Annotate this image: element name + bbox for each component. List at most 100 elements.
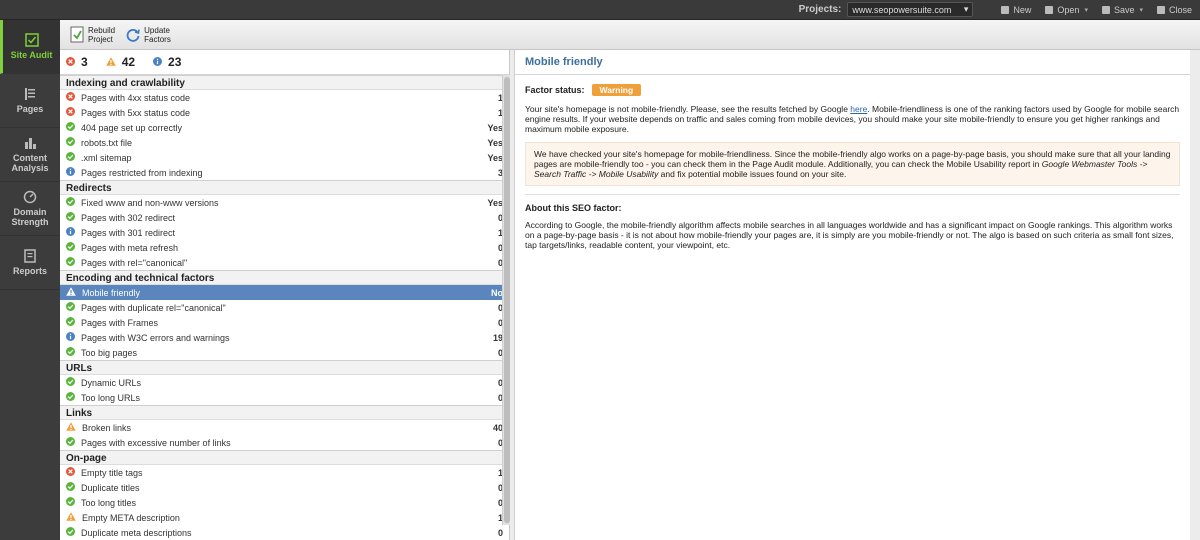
factor-label: Broken links [82, 422, 132, 433]
save-button[interactable]: Save ▾ [1101, 5, 1143, 15]
factor-label: Pages with W3C errors and warnings [81, 332, 230, 343]
factor-label: Empty META description [82, 512, 180, 523]
checkbox-icon [24, 33, 39, 47]
factor-row[interactable]: Duplicate titles 0 [60, 480, 509, 495]
sidebar-item-label: Site Audit [10, 50, 53, 60]
factor-row[interactable]: robots.txt file Yes [60, 135, 509, 150]
new-label: New [1013, 4, 1032, 15]
factor-row[interactable]: Dynamic URLs 0 [60, 375, 509, 390]
factor-row[interactable]: Pages with duplicate rel="canonical" 0 [60, 300, 509, 315]
warning-icon [105, 55, 116, 69]
factor-label: Pages restricted from indexing [81, 167, 203, 178]
factor-row[interactable]: Fixed www and non-www versions Yes [60, 195, 509, 210]
factor-label: Pages with 302 redirect [81, 212, 176, 223]
open-button[interactable]: Open ▾ [1045, 5, 1088, 15]
info-icon [153, 55, 163, 69]
factor-row[interactable]: Broken links 40 [60, 420, 509, 435]
close-label: Close [1168, 4, 1192, 15]
check-circle-icon [66, 392, 75, 403]
factor-row[interactable]: .xml sitemap Yes [60, 150, 509, 165]
update-factors-button[interactable]: Update Factors [125, 26, 171, 44]
factor-row[interactable]: Empty title tags 1 [60, 465, 509, 480]
sidebar-item-content-analysis[interactable]: Content Analysis [0, 128, 60, 182]
factor-row[interactable]: Pages with 302 redirect 0 [60, 210, 509, 225]
document-icon [24, 249, 36, 263]
factor-status: Factor status: Warning [525, 84, 1180, 96]
warnings-count[interactable]: 42 [105, 55, 135, 69]
group-header: On-page [60, 450, 509, 465]
factor-row[interactable]: 404 page set up correctly Yes [60, 120, 509, 135]
warning-icon [66, 422, 76, 433]
sidebar-item-site-audit[interactable]: Site Audit [0, 20, 60, 74]
group-header: Encoding and technical factors [60, 270, 509, 285]
new-button[interactable]: New [1001, 5, 1031, 15]
factor-row[interactable]: Pages with 301 redirect 1 [60, 225, 509, 240]
factor-label: Pages with rel="canonical" [81, 257, 188, 268]
factor-label: Pages with excessive number of links [81, 437, 231, 448]
scroll-thumb[interactable] [504, 77, 510, 523]
factor-row[interactable]: Pages restricted from indexing 3 [60, 165, 509, 180]
factor-label: Pages with 301 redirect [81, 227, 176, 238]
project-select[interactable]: www.seopowersuite.com ▾ [847, 2, 974, 17]
factor-row[interactable]: Pages with Frames 0 [60, 315, 509, 330]
list-icon [25, 88, 35, 100]
info-icon [66, 332, 75, 343]
sidebar-item-label: Content Analysis [11, 153, 49, 173]
open-label: Open [1057, 4, 1080, 15]
close-button[interactable]: Close [1156, 4, 1192, 15]
info-count[interactable]: 23 [153, 55, 181, 69]
factor-row[interactable]: Mobile friendly No [60, 285, 509, 300]
check-circle-icon [66, 347, 75, 358]
project-select-value: www.seopowersuite.com [852, 4, 952, 15]
note-text-b: and fix potential mobile issues found on… [658, 169, 847, 179]
factor-row[interactable]: Too big pages 0 [60, 345, 509, 360]
factor-status-label: Factor status: [525, 85, 585, 95]
factor-label: Mobile friendly [82, 287, 141, 298]
factor-row[interactable]: Pages with 5xx status code 1 [60, 105, 509, 120]
factor-row[interactable]: Duplicate meta descriptions 0 [60, 525, 509, 540]
factor-label: Duplicate titles [81, 482, 140, 493]
factor-label: Pages with duplicate rel="canonical" [81, 302, 226, 313]
factor-row[interactable]: Pages with 4xx status code 1 [60, 90, 509, 105]
check-circle-icon [66, 437, 75, 448]
sidebar-item-domain-strength[interactable]: Domain Strength [0, 182, 60, 236]
factor-row[interactable]: Empty META description 1 [60, 510, 509, 525]
new-file-icon [1001, 5, 1010, 14]
factor-row[interactable]: Pages with excessive number of links 0 [60, 435, 509, 450]
factor-row[interactable]: Too long titles 0 [60, 495, 509, 510]
factor-label: Empty title tags [81, 467, 143, 478]
scrollbar[interactable] [502, 75, 510, 525]
check-circle-icon [66, 317, 75, 328]
factor-row[interactable]: Pages with meta refresh 0 [60, 240, 509, 255]
group-header: Redirects [60, 180, 509, 195]
sidebar-item-pages[interactable]: Pages [0, 74, 60, 128]
factor-row[interactable]: Pages with W3C errors and warnings 19 [60, 330, 509, 345]
error-icon [66, 107, 75, 118]
factor-row[interactable]: Pages with rel="canonical" 0 [60, 255, 509, 270]
check-circle-icon [66, 122, 75, 133]
refresh-icon [126, 28, 140, 42]
para-text-a: Your site's homepage is not mobile-frien… [525, 104, 851, 114]
factor-row[interactable]: Too long URLs 0 [60, 390, 509, 405]
note-box: We have checked your site's homepage for… [525, 142, 1180, 186]
gauge-icon [23, 190, 37, 204]
check-circle-icon [66, 302, 75, 313]
about-text: According to Google, the mobile-friendly… [525, 220, 1174, 250]
sidebar-item-label: Domain Strength [11, 207, 49, 227]
warning-icon [66, 287, 76, 298]
factor-label: 404 page set up correctly [81, 122, 183, 133]
check-circle-icon [66, 377, 75, 388]
group-header: Links [60, 405, 509, 420]
here-link[interactable]: here [850, 104, 867, 114]
errors-value: 3 [81, 55, 88, 69]
factor-label: Too big pages [81, 347, 138, 358]
factor-label: Duplicate meta descriptions [81, 527, 192, 538]
errors-count[interactable]: 3 [66, 55, 88, 69]
rebuild-project-button[interactable]: Rebuild Project [70, 26, 115, 44]
detail-title: Mobile friendly [515, 50, 1190, 75]
check-circle-icon [66, 482, 75, 493]
info-value: 23 [168, 55, 182, 69]
sidebar-item-reports[interactable]: Reports [0, 236, 60, 290]
folder-icon [1045, 5, 1054, 14]
error-icon [66, 55, 75, 69]
